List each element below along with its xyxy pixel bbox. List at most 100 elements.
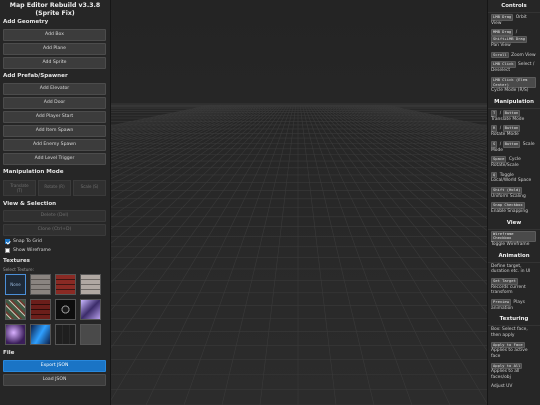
right-panel: Controls LMB Drag Orbit View MMB Drag / … bbox=[487, 0, 540, 405]
app-title: Map Editor Rebuild v3.3.8 (Sprite Fix) bbox=[0, 0, 110, 17]
translate-mode-key: (T) bbox=[16, 188, 23, 193]
snap-to-grid-checkbox[interactable] bbox=[5, 239, 10, 244]
add-geometry-heading: Add Geometry bbox=[3, 19, 49, 25]
view-selection-heading: View & Selection bbox=[3, 201, 57, 207]
control-pan-text: Pan View bbox=[491, 42, 511, 48]
texture-gray-metal-swatch[interactable] bbox=[80, 324, 101, 345]
show-wireframe-row[interactable]: Show Wireframe bbox=[0, 246, 110, 255]
scale-mode-label: Scale bbox=[80, 184, 92, 189]
grid-line bbox=[306, 104, 451, 405]
texturing-intro: Box: Select face, then apply bbox=[491, 327, 528, 339]
texture-blue-crystal-swatch[interactable] bbox=[30, 324, 51, 345]
texture-dark-red-bricks-swatch[interactable] bbox=[30, 299, 51, 320]
scale-mode-button[interactable]: Scale (S) bbox=[73, 180, 106, 196]
add-level-trigger-button[interactable]: Add Level Trigger bbox=[3, 153, 106, 165]
delete-button[interactable]: Delete (Del) bbox=[3, 210, 106, 222]
grid-line bbox=[299, 104, 337, 405]
key-scroll: Scroll bbox=[491, 51, 509, 59]
control-cycle-mode-text: Cycle Mode (R/S) bbox=[491, 88, 529, 94]
help-rotate-text: Rotate Mode bbox=[491, 132, 519, 138]
key-lmb-click-center: LMB Click (Elem Center) bbox=[491, 76, 536, 89]
texture-purple-glow-swatch[interactable] bbox=[5, 324, 26, 345]
grid-line bbox=[308, 104, 489, 405]
add-enemy-spawn-button[interactable]: Add Enemy Spawn bbox=[3, 139, 106, 151]
help-wireframe: Wireframe Checkbox Toggle Wireframe bbox=[488, 230, 540, 250]
scale-mode-key: (S) bbox=[92, 184, 99, 189]
help-scale: S / Button Scale Mode bbox=[491, 140, 535, 153]
key-lmb-drag: LMB Drag bbox=[491, 14, 514, 21]
export-json-button[interactable]: Export JSON bbox=[3, 360, 106, 372]
manipulation-list: T / Button Translate Mode R / Button Rot… bbox=[488, 109, 540, 217]
add-sprite-button[interactable]: Add Sprite bbox=[3, 57, 106, 69]
texture-dark-tiles-swatch[interactable] bbox=[55, 324, 76, 345]
controls-list: LMB Drag Orbit View MMB Drag / Shift+LMB… bbox=[488, 13, 540, 96]
texture-mossy-stone-swatch[interactable] bbox=[80, 274, 101, 295]
translate-mode-button[interactable]: Translate (T) bbox=[3, 180, 36, 196]
help-set-target: Set Target Records current transform bbox=[488, 277, 540, 298]
app-title-line2: (Sprite Fix) bbox=[35, 9, 75, 17]
animation-heading: Animation bbox=[488, 250, 540, 263]
show-wireframe-label: Show Wireframe bbox=[13, 248, 51, 253]
manipulation-heading: Manipulation bbox=[488, 96, 540, 109]
control-zoom-text: Zoom View bbox=[511, 52, 536, 58]
help-set-target-text: Records current transform bbox=[491, 284, 526, 296]
add-plane-button[interactable]: Add Plane bbox=[3, 43, 106, 55]
help-apply-face: Apply to Face Applies to active face bbox=[488, 341, 540, 362]
rotate-mode-label: Rotate bbox=[44, 184, 58, 189]
add-item-spawn-button[interactable]: Add Item Spawn bbox=[3, 125, 106, 137]
texture-green-mosaic-swatch[interactable] bbox=[5, 299, 26, 320]
help-translate-text: Translate Mode bbox=[491, 116, 525, 122]
control-orbit: LMB Drag Orbit View bbox=[488, 13, 540, 28]
key-preview: Preview bbox=[491, 299, 512, 306]
texturing-tail: Adjust UV bbox=[491, 383, 513, 389]
controls-heading: Controls bbox=[488, 0, 540, 13]
animation-intro: Define target, duration etc. in UI bbox=[491, 263, 531, 275]
show-wireframe-checkbox[interactable] bbox=[5, 248, 10, 253]
help-snap-text: Enable Snapping bbox=[491, 209, 528, 215]
clone-button[interactable]: Clone (Ctrl+D) bbox=[3, 224, 106, 236]
add-player-start-button[interactable]: Add Player Start bbox=[3, 111, 106, 123]
help-apply-face-text: Applies to active face bbox=[491, 348, 528, 360]
help-preview: Preview Plays animation bbox=[488, 298, 540, 313]
texture-none-label: None bbox=[10, 282, 21, 287]
key-button: Button bbox=[502, 140, 521, 148]
help-uniform: Shift (Hold) Uniform Scaling bbox=[488, 186, 540, 201]
key-t: T bbox=[491, 109, 498, 117]
help-cycle: Space Cycle Rotate/Scale bbox=[488, 155, 540, 170]
texture-none-swatch[interactable]: None bbox=[5, 274, 26, 295]
control-cycle-mode: LMB Click (Elem Center) Cycle Mode (R/S) bbox=[488, 76, 540, 96]
key-button: Button bbox=[502, 109, 521, 117]
add-door-button[interactable]: Add Door bbox=[3, 97, 106, 109]
help-local-world: Q Toggle Local/World Space bbox=[488, 171, 540, 186]
view-heading: View bbox=[488, 217, 540, 230]
file-heading: File bbox=[3, 350, 15, 356]
textures-heading: Textures bbox=[3, 258, 31, 264]
add-box-button[interactable]: Add Box bbox=[3, 29, 106, 41]
add-elevator-button[interactable]: Add Elevator bbox=[3, 83, 106, 95]
texture-dark-circle-swatch[interactable] bbox=[55, 299, 76, 320]
snap-to-grid-row[interactable]: Snap To Grid bbox=[0, 237, 110, 246]
texture-purple-crystal-swatch[interactable] bbox=[80, 299, 101, 320]
help-translate: T / Button Translate Mode bbox=[491, 109, 525, 122]
manipulation-mode-row: Translate (T) Rotate (R) Scale (S) bbox=[3, 180, 106, 196]
help-apply-all: Apply to All Applies to all faces/obj bbox=[488, 362, 540, 383]
key-set-target: Set Target bbox=[491, 278, 518, 285]
snap-to-grid-label: Snap To Grid bbox=[13, 239, 42, 244]
load-json-button[interactable]: Load JSON bbox=[3, 374, 106, 386]
grid-line bbox=[302, 104, 375, 405]
key-mmb-drag: MMB Drag bbox=[491, 29, 514, 37]
texturing-heading: Texturing bbox=[488, 313, 540, 327]
help-rotate: R / Button Rotate Mode bbox=[491, 125, 521, 138]
app-title-line1: Map Editor Rebuild v3.3.8 bbox=[9, 2, 101, 9]
grid-line bbox=[259, 104, 297, 405]
texture-stone-bricks-swatch[interactable] bbox=[30, 274, 51, 295]
help-local-world-text: Toggle Local/World Space bbox=[491, 172, 532, 184]
key-space: Space bbox=[491, 156, 507, 163]
help-snap: Snap Checkbox Enable Snapping bbox=[488, 201, 540, 216]
rotate-mode-key: (R) bbox=[58, 184, 65, 189]
help-apply-all-text: Applies to all faces/obj bbox=[491, 369, 520, 380]
texture-red-bricks-swatch[interactable] bbox=[55, 274, 76, 295]
rotate-mode-button[interactable]: Rotate (R) bbox=[38, 180, 71, 196]
key-s: S bbox=[491, 140, 498, 148]
manipulation-mode-heading: Manipulation Mode bbox=[3, 169, 64, 175]
